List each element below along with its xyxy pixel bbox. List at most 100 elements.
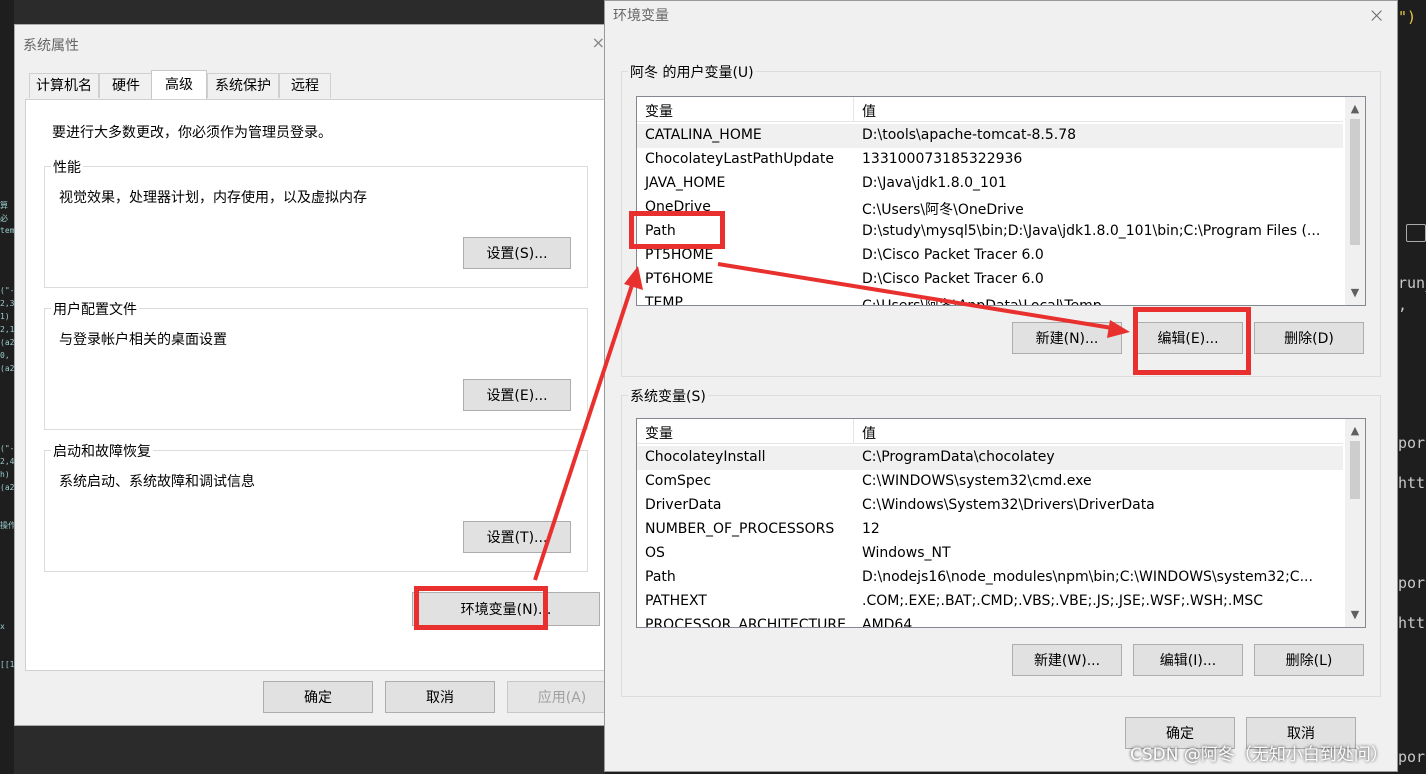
code-fragment: 算	[0, 201, 8, 210]
user-profiles-settings-button[interactable]: 设置(E)...	[463, 379, 571, 411]
column-header-variable[interactable]: 变量	[645, 101, 673, 121]
list-row[interactable]: CATALINA_HOME D:\tools\apache-tomcat-8.5…	[637, 124, 1343, 148]
column-header-value[interactable]: 值	[862, 101, 876, 121]
background-editor-left: 算 必 tem ("- 2,3 1) 2,1 (a2 0, (a2 ("- 2,…	[0, 0, 16, 774]
scroll-up-icon[interactable]: ▲	[1345, 421, 1365, 441]
code-fragment: [[1	[0, 660, 15, 669]
variable-name: PATHEXT	[645, 593, 707, 609]
variable-value: C:\ProgramData\chocolatey	[862, 449, 1055, 465]
variable-value: D:\study\mysql5\bin;D:\Java\jdk1.8.0_101…	[862, 223, 1321, 239]
code-fragment: 2,3	[0, 299, 15, 308]
group-title: 阿冬 的用户变量(U)	[628, 62, 756, 82]
vertical-scrollbar[interactable]: ▲ ▼	[1345, 419, 1365, 627]
list-row[interactable]: ChocolateyLastPathUpdate 133100073185322…	[637, 148, 1343, 172]
ok-button[interactable]: 确定	[263, 681, 373, 713]
code-fragment: run_	[1398, 274, 1426, 292]
variable-value: C:\Users\阿冬\OneDrive	[862, 202, 1024, 218]
variable-name: Path	[645, 569, 676, 585]
scroll-down-icon[interactable]: ▼	[1345, 283, 1365, 303]
tab-system-protection[interactable]: 系统保护	[207, 73, 279, 98]
user-variables-list[interactable]: 变量 值 CATALINA_HOME D:\tools\apache-tomca…	[636, 96, 1366, 306]
list-row[interactable]: TEMP C:\Users\阿冬\AppData\Local\Temp	[637, 292, 1343, 306]
terminal-icon	[1406, 224, 1426, 242]
group-title: 性能	[51, 157, 83, 177]
variable-value: .COM;.EXE;.BAT;.CMD;.VBS;.VBE;.JS;.JSE;.…	[862, 593, 1264, 609]
startup-recovery-group: 启动和故障恢复 系统启动、系统故障和调试信息 设置(T)...	[44, 441, 588, 572]
variable-name: ChocolateyInstall	[645, 449, 766, 465]
performance-group: 性能 视觉效果，处理器计划，内存使用，以及虚拟内存 设置(S)...	[44, 157, 588, 288]
code-fragment: 2,4	[0, 457, 15, 466]
list-row[interactable]: PATHEXT .COM;.EXE;.BAT;.CMD;.VBS;.VBE;.J…	[637, 590, 1343, 614]
list-row[interactable]: ChocolateyInstall C:\ProgramData\chocola…	[637, 446, 1343, 470]
code-fragment: 2,1	[0, 325, 15, 334]
column-header-value[interactable]: 值	[862, 423, 876, 443]
group-title: 系统变量(S)	[628, 386, 708, 406]
environment-variables-window: 环境变量 × 阿冬 的用户变量(U) 变量 值 CATALINA_HOME D:…	[604, 0, 1398, 772]
variable-name: ChocolateyLastPathUpdate	[645, 151, 834, 167]
list-row[interactable]: Path D:\nodejs16\node_modules\npm\bin;C:…	[637, 566, 1343, 590]
startup-recovery-settings-button[interactable]: 设置(T)...	[463, 521, 571, 553]
code-fragment: (a2	[0, 483, 15, 492]
code-fragment: ,	[1398, 296, 1408, 314]
close-icon[interactable]: ×	[1368, 3, 1385, 27]
scroll-up-icon[interactable]: ▲	[1345, 99, 1365, 119]
close-icon[interactable]: ×	[592, 33, 605, 52]
system-delete-button[interactable]: 删除(L)	[1254, 644, 1364, 676]
code-fragment: pora	[1398, 574, 1426, 592]
scroll-down-icon[interactable]: ▼	[1345, 605, 1365, 625]
list-header: 变量 值	[637, 419, 1343, 444]
variable-value: D:\Cisco Packet Tracer 6.0	[862, 271, 1044, 287]
list-row[interactable]: ComSpec C:\WINDOWS\system32\cmd.exe	[637, 470, 1343, 494]
scroll-thumb[interactable]	[1350, 441, 1360, 499]
user-delete-button[interactable]: 删除(D)	[1254, 322, 1364, 354]
code-fragment: tem	[0, 226, 15, 235]
list-row[interactable]: JAVA_HOME D:\Java\jdk1.8.0_101	[637, 172, 1343, 196]
variable-value: D:\nodejs16\node_modules\npm\bin;C:\WIND…	[862, 569, 1313, 585]
system-variables-list[interactable]: 变量 值 ChocolateyInstall C:\ProgramData\ch…	[636, 418, 1366, 628]
code-fragment: ("-	[0, 286, 15, 295]
window-title: 环境变量	[613, 8, 669, 24]
variable-value: 133100073185322936	[862, 151, 1023, 167]
system-edit-button[interactable]: 编辑(I)...	[1133, 644, 1243, 676]
variable-name: CATALINA_HOME	[645, 127, 762, 143]
list-row[interactable]: PROCESSOR_ARCHITECTURE AMD64	[637, 614, 1343, 628]
list-row[interactable]: OneDrive C:\Users\阿冬\OneDrive	[637, 196, 1343, 220]
code-fragment: 必	[0, 214, 8, 223]
list-row[interactable]: NUMBER_OF_PROCESSORS 12	[637, 518, 1343, 542]
list-row[interactable]: OS Windows_NT	[637, 542, 1343, 566]
list-row[interactable]: PT6HOME D:\Cisco Packet Tracer 6.0	[637, 268, 1343, 292]
cancel-button[interactable]: 取消	[385, 681, 495, 713]
list-row[interactable]: PT5HOME D:\Cisco Packet Tracer 6.0	[637, 244, 1343, 268]
code-fragment: (a2	[0, 338, 15, 347]
tab-advanced[interactable]: 高级	[151, 70, 207, 99]
group-description: 与登录帐户相关的桌面设置	[59, 332, 227, 348]
apply-button[interactable]: 应用(A)	[507, 681, 617, 713]
list-row[interactable]: DriverData C:\Windows\System32\Drivers\D…	[637, 494, 1343, 518]
variable-name: ComSpec	[645, 473, 712, 489]
performance-settings-button[interactable]: 设置(S)...	[463, 237, 571, 269]
code-fragment: 0,	[0, 351, 10, 360]
scroll-thumb[interactable]	[1350, 119, 1360, 245]
variable-name: NUMBER_OF_PROCESSORS	[645, 521, 835, 537]
tab-computer-name[interactable]: 计算机名	[29, 73, 99, 98]
code-fragment: ("-	[0, 444, 15, 453]
user-variables-group: 阿冬 的用户变量(U) 变量 值 CATALINA_HOME D:\tools\…	[621, 62, 1381, 377]
tab-remote[interactable]: 远程	[279, 73, 331, 98]
background-editor-right: ") run_ , pora http pora http pora	[1396, 0, 1426, 774]
tab-hardware[interactable]: 硬件	[99, 73, 153, 98]
user-profiles-group: 用户配置文件 与登录帐户相关的桌面设置 设置(E)...	[44, 299, 588, 430]
variable-value: C:\WINDOWS\system32\cmd.exe	[862, 473, 1092, 489]
list-row[interactable]: Path D:\study\mysql5\bin;D:\Java\jdk1.8.…	[637, 220, 1343, 244]
user-new-button[interactable]: 新建(N)...	[1012, 322, 1122, 354]
variable-name: PROCESSOR_ARCHITECTURE	[645, 617, 846, 628]
column-separator[interactable]	[853, 419, 854, 443]
code-fragment: pora	[1398, 748, 1426, 766]
system-new-button[interactable]: 新建(W)...	[1012, 644, 1122, 676]
variable-name: TEMP	[645, 295, 683, 306]
code-fragment: (a2	[0, 364, 15, 373]
highlight-env-button	[414, 586, 548, 630]
column-separator[interactable]	[853, 97, 854, 121]
vertical-scrollbar[interactable]: ▲ ▼	[1345, 97, 1365, 305]
variable-name: JAVA_HOME	[645, 175, 726, 191]
column-header-variable[interactable]: 变量	[645, 423, 673, 443]
